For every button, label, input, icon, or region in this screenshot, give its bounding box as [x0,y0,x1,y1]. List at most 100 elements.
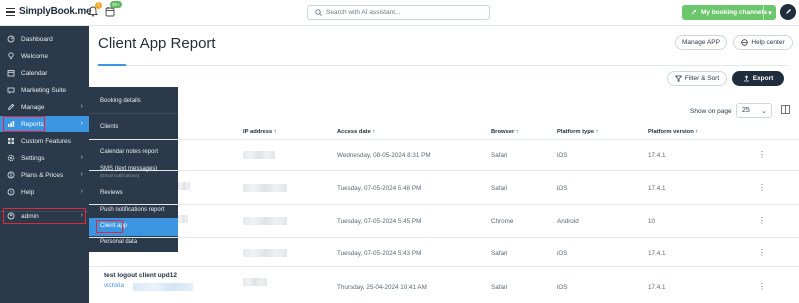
row-menu-icon[interactable]: ⋮ [758,183,766,192]
link-icon [691,10,696,15]
client-email[interactable]: victoria [104,282,124,289]
submenu-item-push-notifications[interactable]: Push notifications report [89,207,178,213]
globe-icon [741,39,749,46]
row-menu-icon[interactable]: ⋮ [758,248,766,257]
submenu-label: Reviews [100,190,123,196]
sidebar-item-marketing[interactable]: Marketing Suite [0,82,89,98]
row-menu-icon[interactable]: ⋮ [758,282,766,291]
chevron-down-icon: ⌄ [761,108,767,115]
sidebar-item-label: Dashboard [21,35,53,43]
row-divider [89,170,799,171]
chevron-right-icon: › [80,188,83,195]
blurred-client [178,215,188,223]
access-date-cell: Thursday, 25-04-2024 10:41 AM [337,284,427,291]
submenu-item-reviews[interactable]: Reviews [89,190,178,196]
row-menu-icon[interactable]: ⋮ [758,150,766,159]
chevron-right-icon: › [80,103,83,110]
column-header-access-date[interactable]: Access date ↑ [337,129,375,135]
puzzle-icon [7,137,15,145]
browser-cell: Safari [491,152,508,159]
sidebar-item-manage[interactable]: Manage › [0,99,89,115]
lightbulb-icon [7,52,15,60]
columns-icon[interactable] [781,105,790,114]
submenu-item-client-app[interactable]: Client app [89,218,178,236]
blurred-client [178,182,190,190]
booking-channels-button[interactable]: My booking channels ▾ [682,5,776,20]
help-center-button[interactable]: Help center [733,35,793,50]
access-date-cell: Tuesday, 07-05-2024 5:45 PM [337,218,422,225]
sidebar-item-label: Help [21,188,35,196]
platform-cell: iOS [557,185,568,192]
submenu-item-calendar-notes[interactable]: Calendar notes report [89,149,178,155]
version-cell: 10 [648,218,656,225]
sidebar-item-calendar[interactable]: Calendar [0,65,89,81]
sidebar-item-dashboard[interactable]: Dashboard [0,31,89,47]
sidebar-item-welcome[interactable]: Welcome [0,48,89,64]
sidebar-item-settings[interactable]: Settings › [0,150,89,166]
platform-cell: Android [557,218,579,225]
column-header-ip[interactable]: IP address ↑ [243,129,277,135]
sidebar-item-reports[interactable]: Reports › [0,116,89,132]
submenu-item-booking-details[interactable]: Booking details [89,98,178,104]
svg-text:?: ? [10,190,13,195]
row-divider [89,204,799,205]
calendar-icon [7,69,15,77]
platform-cell: iOS [557,284,568,291]
sidebar-item-label: Manage [21,103,45,111]
submenu-label: Personal data [100,239,138,245]
export-label: Export [752,75,774,82]
manage-app-button[interactable]: Manage APP [675,35,727,50]
export-button[interactable]: Export [732,71,784,86]
submenu-sublabel: (Email notifications) [100,173,140,178]
submenu-item-sms[interactable]: SMS (text messages) (Email notifications… [89,166,178,178]
sidebar: Dashboard Welcome Calendar Marketing Sui… [0,26,89,303]
chevron-right-icon: › [80,120,83,127]
column-header-platform-version[interactable]: Platform version ↑ [648,129,698,135]
submenu-item-personal-data[interactable]: Personal data [89,239,178,245]
table-header-divider [89,139,799,140]
search-placeholder: Search with AI assistant... [326,9,401,16]
sidebar-item-label: Plans & Prices [21,171,64,179]
sidebar-item-plans-prices[interactable]: Plans & Prices › [0,167,89,183]
sidebar-item-help[interactable]: ? Help › [0,184,89,200]
tabs-divider [98,65,788,66]
marketing-icon [7,86,15,94]
chevron-right-icon: › [80,212,83,219]
logo[interactable]: SimplyBook.me [19,6,92,17]
filter-sort-button[interactable]: Filter & Sort [667,71,727,86]
account-avatar[interactable] [780,4,796,20]
sidebar-item-custom-features[interactable]: Custom Features [0,133,89,149]
row-menu-icon[interactable]: ⋮ [758,216,766,225]
platform-cell: iOS [557,250,568,257]
version-cell: 17.4.1 [648,185,666,192]
column-header-platform-type[interactable]: Platform type ↑ [557,129,599,135]
submenu-label: Push notifications report [100,207,165,213]
page-title: Client App Report [98,35,216,52]
chevron-down-icon[interactable]: ▾ [763,5,776,20]
price-icon [7,171,15,179]
gear-icon [7,154,15,162]
chevron-right-icon: › [80,154,83,161]
ai-search-input[interactable]: Search with AI assistant... [307,5,490,20]
platform-cell: iOS [557,152,568,159]
sidebar-item-admin[interactable]: admin › [0,208,89,224]
highlight-box [96,220,123,233]
highlight-box [3,116,45,132]
browser-cell: Safari [491,185,508,192]
sidebar-item-label: Welcome [21,52,48,60]
per-page-select[interactable]: 25 ⌄ [736,103,772,118]
client-name[interactable]: test logout client upd12 [104,272,177,279]
blurred-ip [243,278,267,286]
browser-cell: Safari [491,250,508,257]
menu-icon[interactable] [6,8,15,17]
submenu-label: Calendar notes report [100,149,159,155]
column-header-browser[interactable]: Browser ↑ [491,129,519,135]
search-icon [315,9,322,16]
sidebar-item-label: Marketing Suite [21,86,67,94]
submenu-divider [89,113,178,114]
submenu-item-clients[interactable]: Clients [89,124,178,130]
per-page-value: 25 [742,107,750,114]
access-date-cell: Tuesday, 07-05-2024 5:48 PM [337,185,422,192]
filter-sort-label: Filter & Sort [684,75,720,82]
row-divider [89,266,799,267]
